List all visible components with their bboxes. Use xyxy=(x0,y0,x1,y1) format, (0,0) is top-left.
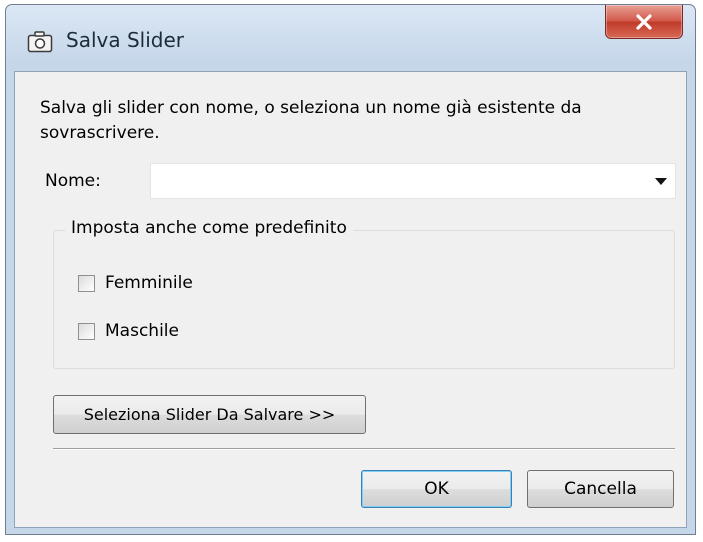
camera-icon xyxy=(27,31,53,53)
chevron-down-icon[interactable] xyxy=(655,178,667,185)
window-title: Salva Slider xyxy=(66,28,184,52)
checkbox-femminile[interactable] xyxy=(78,274,95,292)
default-options-group: Imposta anche come predefinito Femminile… xyxy=(53,218,675,369)
checkbox-label-maschile: Maschile xyxy=(105,321,179,341)
checkbox-maschile[interactable] xyxy=(78,322,95,340)
separator xyxy=(53,448,675,450)
ok-button[interactable]: OK xyxy=(361,470,512,508)
close-icon xyxy=(636,14,652,30)
group-title: Imposta anche come predefinito xyxy=(65,218,353,238)
title-bar[interactable]: Salva Slider xyxy=(6,5,695,71)
checkbox-row-femminile[interactable]: Femminile xyxy=(78,273,193,293)
cancel-button[interactable]: Cancella xyxy=(527,470,674,508)
dialog-window: Salva Slider Salva gli slider con nome, … xyxy=(5,4,696,535)
description-text: Salva gli slider con nome, o seleziona u… xyxy=(40,98,582,143)
checkbox-row-maschile[interactable]: Maschile xyxy=(78,321,179,341)
checkbox-label-femminile: Femminile xyxy=(105,273,193,293)
select-sliders-button[interactable]: Seleziona Slider Da Salvare >> xyxy=(53,395,366,434)
close-button[interactable] xyxy=(605,5,683,39)
dialog-body: Salva gli slider con nome, o seleziona u… xyxy=(14,71,687,528)
name-label: Nome: xyxy=(45,171,101,191)
name-combobox[interactable] xyxy=(150,163,676,199)
